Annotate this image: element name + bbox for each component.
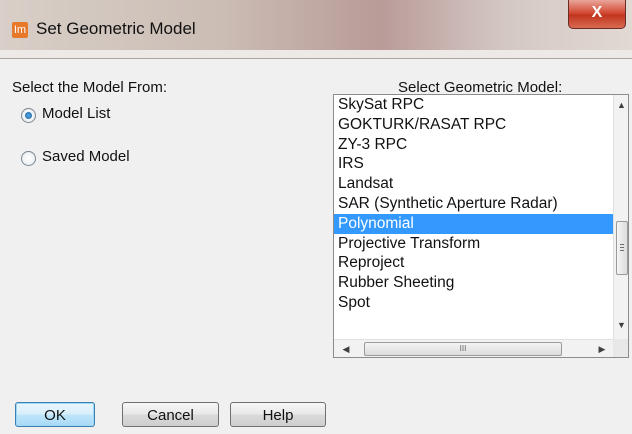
model-list-radio-label[interactable]: Model List — [42, 105, 110, 122]
model-source-label: Select the Model From: — [12, 79, 168, 96]
grip-line — [620, 250, 624, 251]
list-item[interactable]: Spot — [334, 293, 613, 313]
scroll-down-icon[interactable]: ▼ — [614, 317, 628, 333]
saved-model-radio-label[interactable]: Saved Model — [42, 148, 130, 165]
scroll-right-icon[interactable]: ▶ — [594, 341, 610, 357]
close-button[interactable]: X — [568, 0, 626, 29]
model-list-items: SkySat RPC GOKTURK/RASAT RPC ZY-3 RPC IR… — [334, 95, 613, 313]
list-item[interactable]: Landsat — [334, 174, 613, 194]
list-item-selected[interactable]: Polynomial — [334, 213, 613, 234]
title-bar[interactable]: Im Set Geometric Model X — [0, 0, 632, 59]
model-list-radio[interactable] — [21, 108, 36, 123]
ok-button[interactable]: OK — [15, 402, 95, 427]
list-item[interactable]: Reproject — [334, 253, 613, 273]
geometric-model-listbox[interactable]: SkySat RPC GOKTURK/RASAT RPC ZY-3 RPC IR… — [333, 94, 629, 358]
list-item[interactable]: SAR (Synthetic Aperture Radar) — [334, 194, 613, 214]
vertical-scrollbar[interactable]: ▲ ▼ — [613, 95, 628, 339]
saved-model-radio[interactable] — [21, 151, 36, 166]
scrollbar-corner — [613, 339, 628, 357]
scroll-left-icon[interactable]: ◀ — [338, 341, 354, 357]
list-item[interactable]: GOKTURK/RASAT RPC — [334, 115, 613, 135]
grip-line — [620, 247, 624, 248]
cancel-button[interactable]: Cancel — [122, 402, 219, 427]
list-item[interactable]: SkySat RPC — [334, 95, 613, 115]
horizontal-scroll-thumb[interactable]: III — [364, 342, 562, 356]
grip-line — [620, 244, 624, 245]
vertical-scroll-thumb[interactable] — [616, 221, 628, 275]
list-item[interactable]: ZY-3 RPC — [334, 135, 613, 155]
list-item[interactable]: IRS — [334, 154, 613, 174]
list-item[interactable]: Projective Transform — [334, 234, 613, 254]
scroll-up-icon[interactable]: ▲ — [614, 97, 628, 113]
window-title: Set Geometric Model — [36, 19, 196, 38]
list-item[interactable]: Rubber Sheeting — [334, 273, 613, 293]
help-button[interactable]: Help — [230, 402, 326, 427]
horizontal-scrollbar[interactable]: ◀ III ▶ — [334, 339, 613, 357]
app-icon: Im — [12, 22, 28, 38]
